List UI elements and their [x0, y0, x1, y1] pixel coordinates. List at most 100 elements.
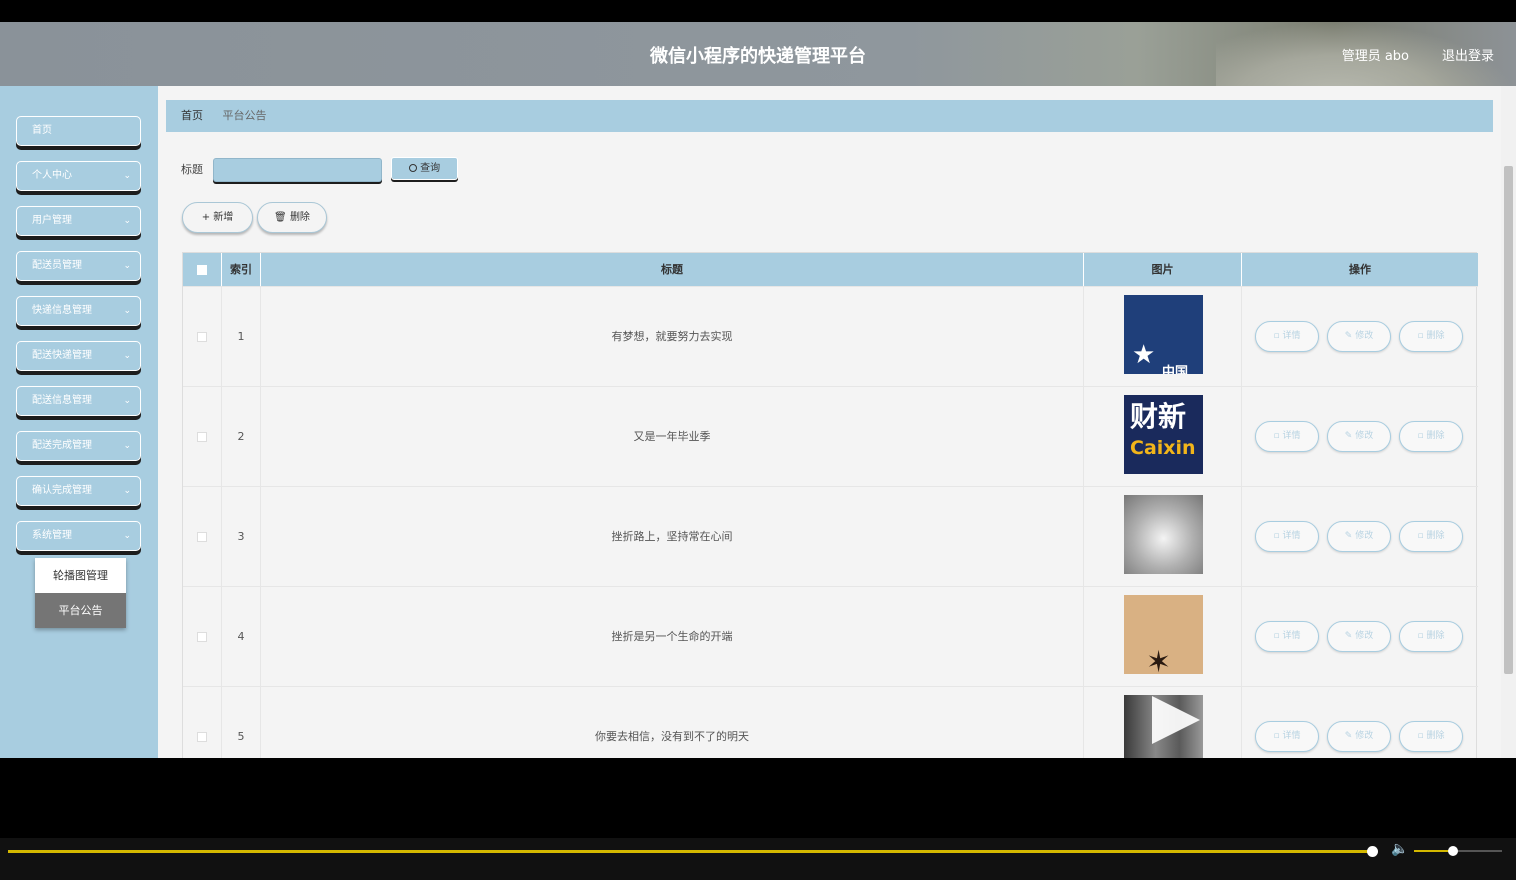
sidebar-item-delivery-express[interactable]: 配送快递管理 ⌄ [16, 341, 141, 371]
sidebar-item-label: 个人中心 [32, 170, 72, 181]
detail-button-label: 详情 [1282, 531, 1301, 541]
chevron-down-icon: ⌄ [123, 531, 131, 541]
chevron-down-icon: ⌄ [123, 441, 131, 451]
row-delete-button[interactable]: ▫ 删除 [1399, 421, 1463, 452]
chevron-down-icon: ⌄ [123, 171, 131, 181]
detail-button-label: 详情 [1282, 631, 1301, 641]
edit-button-label: 修改 [1355, 531, 1374, 541]
sidebar-item-label: 用户管理 [32, 215, 72, 226]
row-select-cell [183, 387, 222, 487]
delete-button-label: 删除 [1426, 431, 1445, 441]
detail-button[interactable]: ▫ 详情 [1255, 321, 1319, 352]
row-checkbox[interactable] [197, 632, 207, 642]
row-delete-button[interactable]: ▫ 删除 [1399, 621, 1463, 652]
row-index: 4 [222, 587, 261, 687]
search-input[interactable] [213, 158, 382, 182]
row-select-cell [183, 687, 222, 758]
column-header-image: 图片 [1084, 253, 1242, 286]
logout-link[interactable]: 退出登录 [1442, 45, 1494, 64]
add-button[interactable]: + 新增 [182, 202, 253, 233]
pencil-icon: ✎ [1344, 731, 1356, 741]
row-index: 3 [222, 487, 261, 587]
row-image-cell: ★中国新闻周刊 [1084, 287, 1242, 387]
user-label: 管理员 abo [1341, 49, 1409, 64]
query-button[interactable]: 查询 [391, 157, 458, 180]
sidebar-item-label: 确认完成管理 [32, 485, 92, 496]
pencil-icon: ✎ [1344, 631, 1356, 641]
sidebar-item-users[interactable]: 用户管理 ⌄ [16, 206, 141, 236]
play-icon[interactable] [1146, 694, 1202, 746]
progress-track[interactable] [8, 850, 1374, 853]
submenu-item-announcement[interactable]: 平台公告 [35, 593, 126, 628]
row-index: 2 [222, 387, 261, 487]
chevron-down-icon: ⌄ [123, 306, 131, 316]
row-delete-button[interactable]: ▫ 删除 [1399, 321, 1463, 352]
row-title: 又是一年毕业季 [261, 387, 1084, 487]
delete-button-label: 删除 [1426, 531, 1445, 541]
chevron-down-icon: ⌄ [123, 216, 131, 226]
row-checkbox[interactable] [197, 332, 207, 342]
progress-knob[interactable] [1367, 846, 1378, 857]
bulk-delete-button[interactable]: 🗑 删除 [257, 202, 327, 233]
table-row: 3 挫折路上，坚持常在心间 ▫ 详情 ✎ 修改 ▫ 删除 [183, 486, 1478, 587]
submenu-item-carousel[interactable]: 轮播图管理 [35, 558, 126, 593]
select-all-checkbox[interactable] [197, 265, 207, 275]
column-header-title: 标题 [261, 253, 1084, 286]
row-checkbox[interactable] [197, 432, 207, 442]
row-checkbox[interactable] [197, 732, 207, 742]
sidebar-item-label: 快递信息管理 [32, 305, 92, 316]
scrollbar[interactable] [1501, 86, 1516, 758]
sidebar-item-label: 配送信息管理 [32, 395, 92, 406]
app-window: 微信小程序的快递管理平台 管理员 abo 退出登录 首页 个人中心 ⌄ 用户管理 ⌄… [0, 22, 1516, 758]
edit-button[interactable]: ✎ 修改 [1327, 721, 1391, 752]
detail-button[interactable]: ▫ 详情 [1255, 721, 1319, 752]
breadcrumb-current: 平台公告 [222, 109, 267, 122]
row-delete-button[interactable]: ▫ 删除 [1399, 521, 1463, 552]
edit-button[interactable]: ✎ 修改 [1327, 421, 1391, 452]
row-checkbox[interactable] [197, 532, 207, 542]
edit-button-label: 修改 [1355, 431, 1374, 441]
row-delete-button[interactable]: ▫ 删除 [1399, 721, 1463, 752]
sidebar-item-delivery-complete[interactable]: 配送完成管理 ⌄ [16, 431, 141, 461]
sidebar-item-confirm-complete[interactable]: 确认完成管理 ⌄ [16, 476, 141, 506]
edit-button-label: 修改 [1355, 631, 1374, 641]
app-title: 微信小程序的快递管理平台 [650, 46, 866, 67]
table-row: 4 挫折是另一个生命的开端 ✶ ▫ 详情 ✎ 修改 ▫ 删除 [183, 586, 1478, 687]
breadcrumb-home[interactable]: 首页 [181, 109, 203, 122]
scrollbar-thumb[interactable] [1504, 166, 1513, 674]
row-select-cell [183, 287, 222, 387]
plus-icon: + [201, 212, 211, 223]
breadcrumb: 首页 平台公告 [166, 100, 1493, 132]
video-player-controls: 🔈 [0, 838, 1516, 880]
sidebar-item-couriers[interactable]: 配送员管理 ⌄ [16, 251, 141, 281]
edit-button-label: 修改 [1355, 331, 1374, 341]
row-image [1124, 495, 1203, 574]
detail-button[interactable]: ▫ 详情 [1255, 621, 1319, 652]
edit-button[interactable]: ✎ 修改 [1327, 321, 1391, 352]
sidebar-item-label: 配送快递管理 [32, 350, 92, 361]
table-row: 1有梦想，就要努力去实现 ★中国新闻周刊 ▫ 详情 ✎ 修改 ▫ 删除 [183, 286, 1478, 387]
header-bar: 微信小程序的快递管理平台 管理员 abo 退出登录 [0, 22, 1516, 86]
sidebar-item-profile[interactable]: 个人中心 ⌄ [16, 161, 141, 191]
edit-button[interactable]: ✎ 修改 [1327, 621, 1391, 652]
volume-knob[interactable] [1448, 846, 1458, 856]
sidebar-item-express-info[interactable]: 快递信息管理 ⌄ [16, 296, 141, 326]
detail-button[interactable]: ▫ 详情 [1255, 521, 1319, 552]
table-row: 5 你要去相信，没有到不了的明天 ▫ 详情 ✎ 修改 ▫ 删除 [183, 686, 1478, 758]
row-select-cell [183, 587, 222, 687]
row-title: 你要去相信，没有到不了的明天 [261, 687, 1084, 758]
chevron-down-icon: ⌄ [123, 351, 131, 361]
sidebar-item-system[interactable]: 系统管理 ⌄ [16, 521, 141, 551]
detail-button-label: 详情 [1282, 431, 1301, 441]
sidebar-item-delivery-info[interactable]: 配送信息管理 ⌄ [16, 386, 141, 416]
edit-button[interactable]: ✎ 修改 [1327, 521, 1391, 552]
row-image-cell [1084, 487, 1242, 587]
detail-button[interactable]: ▫ 详情 [1255, 421, 1319, 452]
volume-track[interactable] [1414, 850, 1502, 852]
search-label: 标题 [181, 163, 203, 176]
column-header-actions: 操作 [1349, 263, 1371, 276]
sidebar-item-home[interactable]: 首页 [16, 116, 141, 146]
volume-icon[interactable]: 🔈 [1391, 841, 1408, 857]
volume-fill [1414, 850, 1450, 852]
delete-button-label: 删除 [1426, 731, 1445, 741]
